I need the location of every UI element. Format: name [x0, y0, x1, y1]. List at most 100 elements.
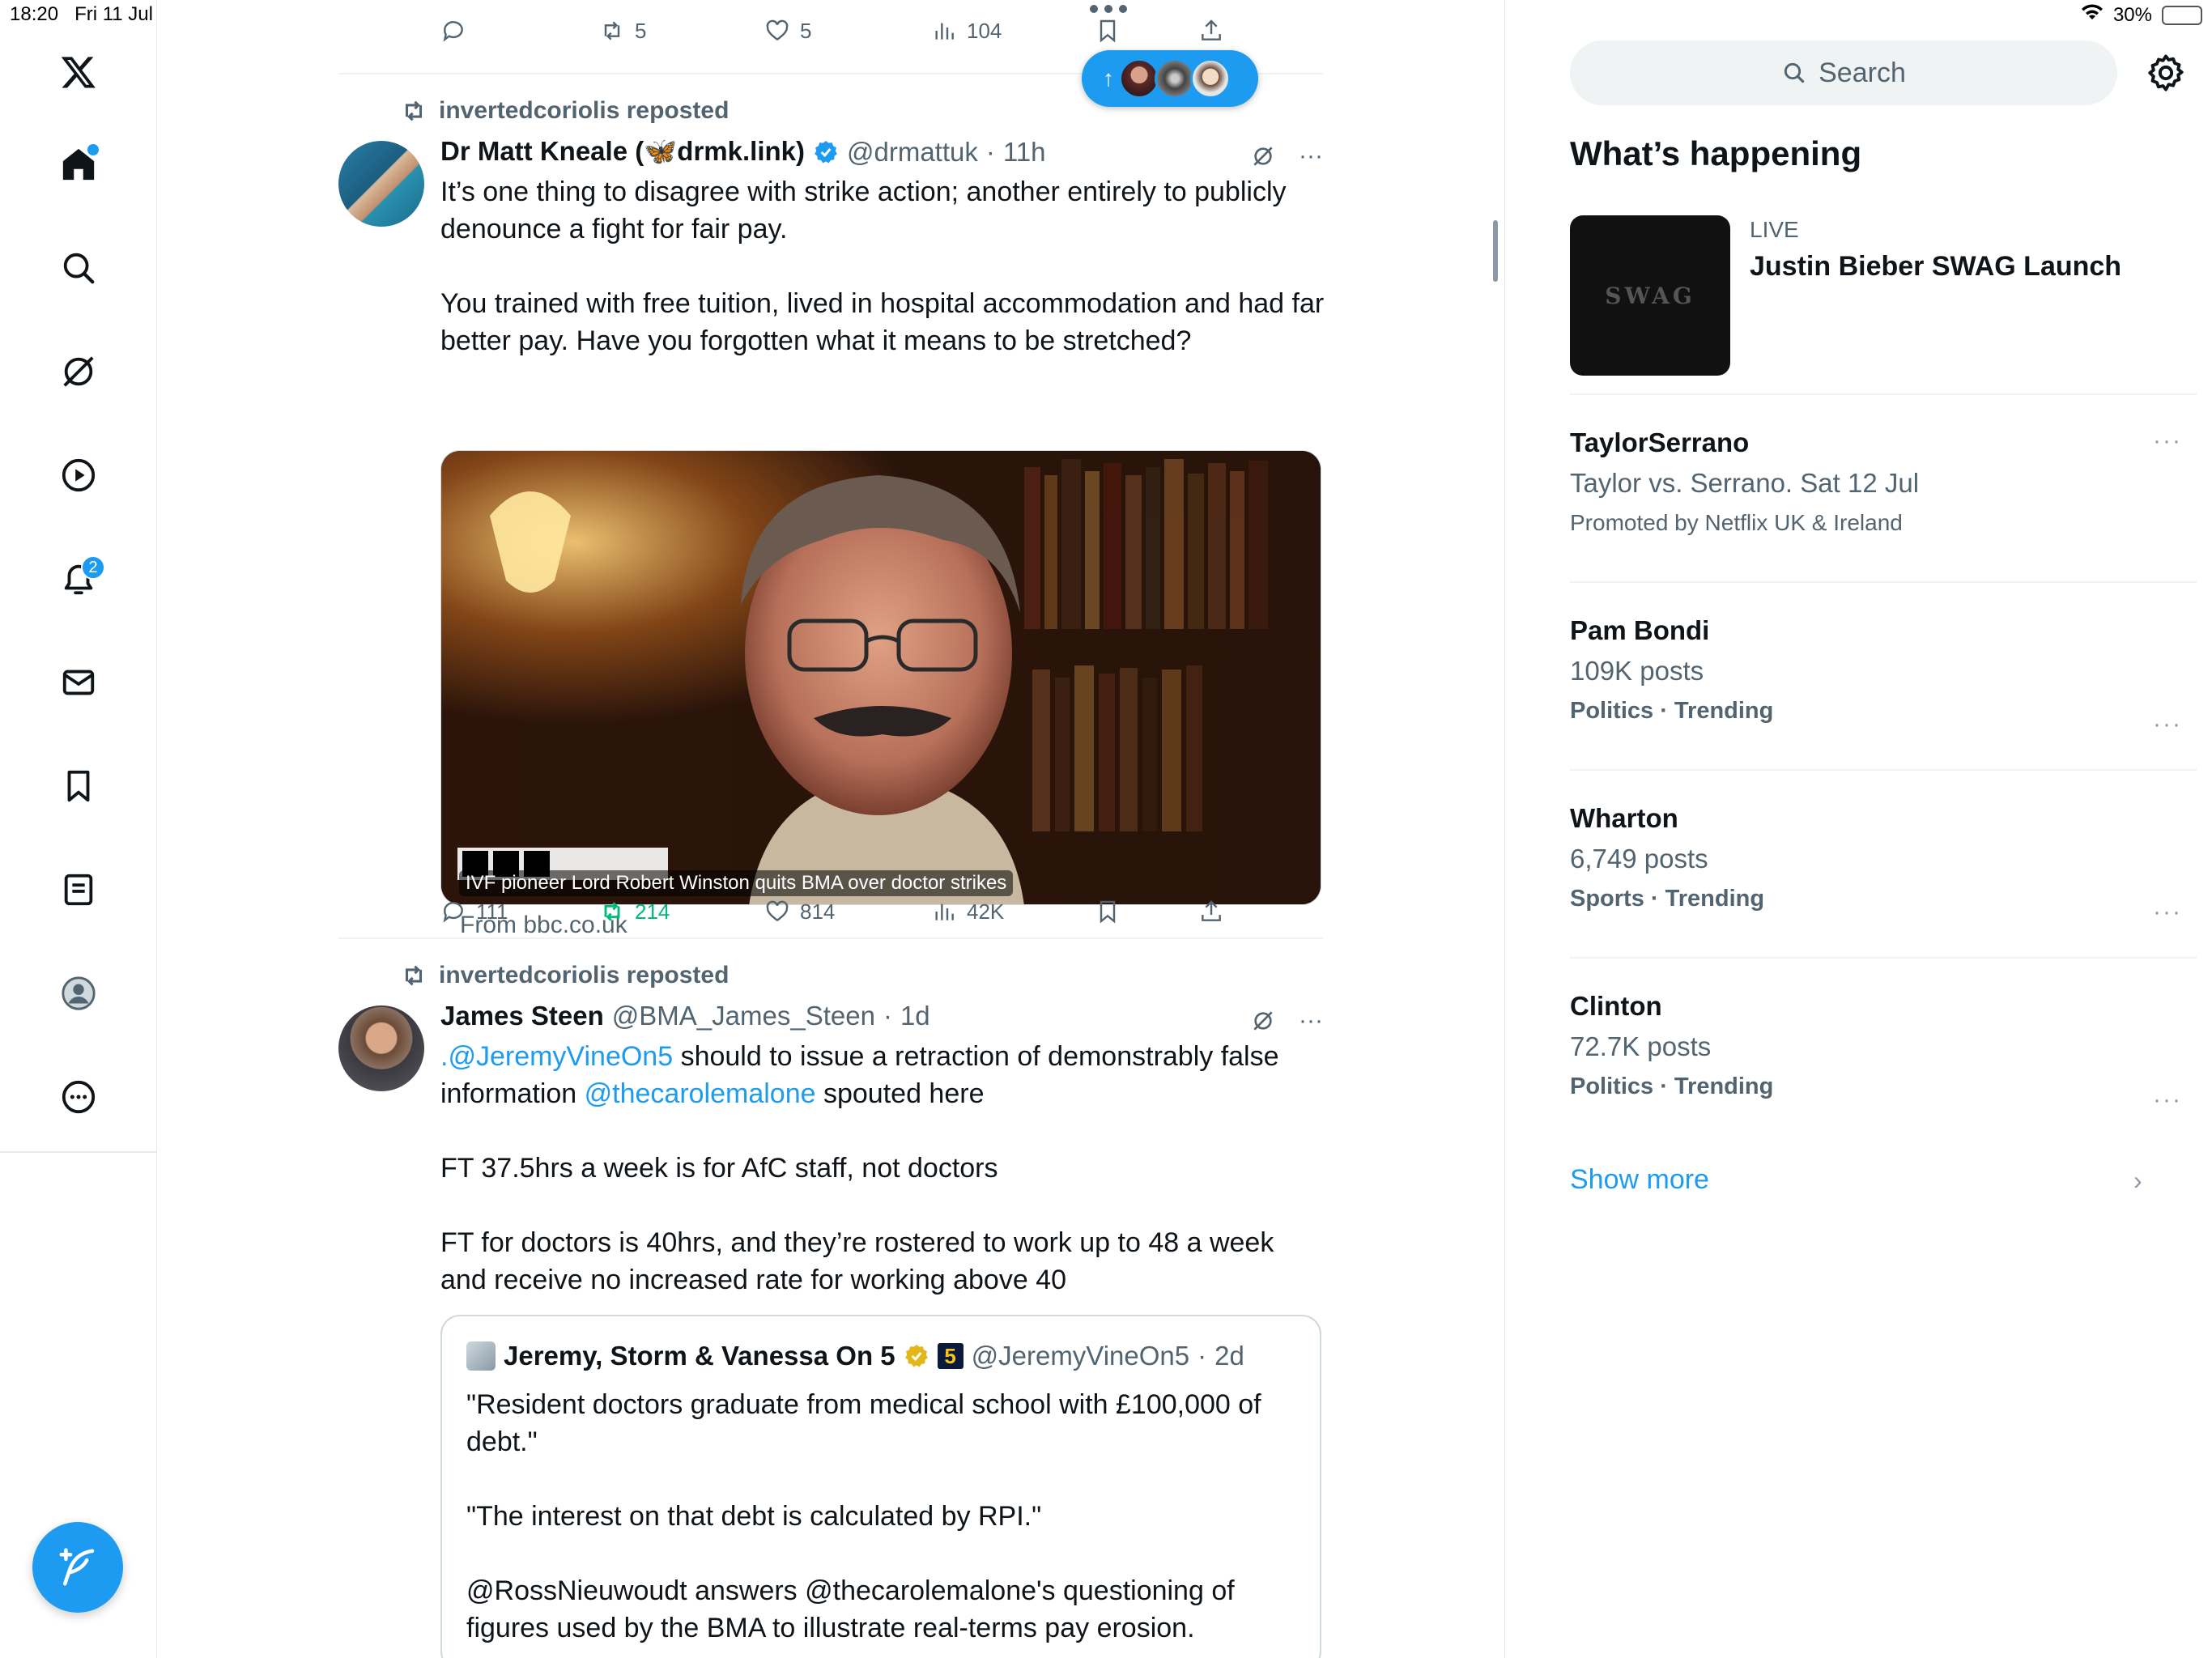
timeline[interactable]: 5 5 104 ↑ invertedcoriolis reposted Dr M…: [338, 0, 1324, 1658]
post-time[interactable]: 1d: [900, 1001, 930, 1031]
views-button[interactable]: 42K: [931, 899, 1004, 925]
quoted-post-time: 2d: [1214, 1341, 1244, 1371]
lists-icon[interactable]: [50, 861, 107, 918]
trend-divider: [1570, 769, 2197, 771]
gold-verified-badge-icon: [904, 1345, 928, 1367]
live-event-thumbnail: SWAG: [1570, 215, 1730, 376]
link-card-caption: IVF pioneer Lord Robert Winston quits BM…: [459, 870, 1014, 896]
settings-gear-icon[interactable]: [2145, 52, 2187, 94]
post-drmattuk[interactable]: invertedcoriolis reposted Dr Matt Kneale…: [338, 73, 1324, 938]
compose-post-button[interactable]: [32, 1522, 123, 1613]
author-name[interactable]: James Steen: [440, 1001, 604, 1031]
heart-icon: [766, 19, 789, 41]
bookmark-button[interactable]: [1095, 899, 1121, 925]
post-header-actions: ···: [1250, 1007, 1323, 1035]
mention-link[interactable]: .@JeremyVineOn5: [440, 1041, 673, 1072]
more-dots-icon[interactable]: ···: [2153, 711, 2182, 738]
repost-icon: [405, 100, 423, 121]
quoted-post[interactable]: Jeremy, Storm & Vanessa On 5 5 @JeremyVi…: [440, 1315, 1321, 1658]
bookmark-button[interactable]: [1095, 18, 1121, 44]
search-icon[interactable]: [50, 240, 107, 296]
more-options-icon[interactable]: [50, 1069, 107, 1125]
repost-context: invertedcoriolis reposted: [400, 97, 729, 125]
share-button[interactable]: [1198, 18, 1224, 44]
grok-icon[interactable]: [50, 343, 107, 400]
repost-icon: [604, 902, 620, 921]
trend-divider: [1570, 393, 2197, 395]
post-header-actions: ···: [1250, 142, 1323, 170]
post-body: It’s one thing to disagree with strike a…: [440, 176, 1325, 356]
more-dots-icon[interactable]: ···: [1299, 1007, 1323, 1035]
post-header: James Steen @BMA_James_Steen · 1d: [440, 1001, 930, 1031]
x-logo-icon[interactable]: [50, 44, 107, 100]
post-body: .@JeremyVineOn5 should to issue a retrac…: [440, 1041, 1279, 1295]
search-icon: [1784, 62, 1805, 83]
more-dots-icon[interactable]: ···: [2153, 899, 2182, 926]
mention-link[interactable]: @thecarolemalone: [585, 1078, 816, 1109]
bookmark-icon: [1100, 19, 1116, 43]
grok-icon[interactable]: [1250, 143, 1276, 169]
reply-icon: [443, 21, 463, 42]
author-name[interactable]: Dr Matt Kneale (🦋drmk.link): [440, 136, 805, 168]
views-button[interactable]: 104: [931, 18, 1002, 44]
post-bma-james-steen[interactable]: invertedcoriolis reposted James Steen @B…: [338, 937, 1323, 1658]
video-play-icon[interactable]: [50, 447, 107, 504]
repost-button[interactable]: 214: [599, 899, 670, 925]
home-icon[interactable]: [50, 136, 107, 193]
show-more-link[interactable]: Show more: [1570, 1164, 1709, 1196]
trend-divider: [1570, 581, 2197, 583]
live-event-title: Justin Bieber SWAG Launch: [1750, 251, 2122, 282]
drag-handle-dots-icon[interactable]: [1090, 5, 1127, 13]
feather-plus-icon: [59, 1548, 95, 1586]
repost-icon: [604, 21, 620, 40]
quoted-author-handle: @JeremyVineOn5: [971, 1341, 1190, 1371]
search-bar[interactable]: Search: [1570, 40, 2117, 105]
link-card[interactable]: IVF pioneer Lord Robert Winston quits BM…: [440, 450, 1321, 905]
repost-icon: [405, 965, 423, 986]
prev-post-actions: 5 5 104: [440, 18, 1250, 53]
link-card-image: [441, 451, 1321, 904]
more-dots-icon[interactable]: ···: [2153, 1086, 2182, 1114]
more-dots-icon[interactable]: ···: [1299, 142, 1323, 170]
post-actions: 111 214 814 42K: [440, 899, 1250, 934]
share-button[interactable]: [1198, 899, 1224, 925]
search-placeholder: Search: [1819, 57, 1906, 88]
trend-item[interactable]: Wharton 6,749 posts Sports · Trending ··…: [1570, 803, 2197, 925]
post-header: Dr Matt Kneale (🦋drmk.link) @drmattuk · …: [440, 136, 1046, 168]
bookmarks-icon[interactable]: [50, 758, 107, 814]
trend-divider: [1570, 957, 2197, 959]
like-button[interactable]: 5: [764, 18, 811, 44]
profile-avatar-icon[interactable]: [50, 965, 107, 1022]
repost-button[interactable]: 5: [599, 18, 646, 44]
live-label: LIVE: [1750, 217, 1799, 242]
trend-item[interactable]: Clinton 72.7K posts Politics · Trending …: [1570, 991, 2197, 1113]
bookmark-icon: [1100, 900, 1116, 924]
notifications-bell-icon[interactable]: 2: [50, 551, 107, 607]
scroll-indicator[interactable]: [1493, 220, 1498, 282]
notifications-badge: 2: [81, 555, 105, 580]
views-bar-chart-icon: [935, 23, 954, 40]
heart-icon: [766, 900, 789, 922]
like-button[interactable]: 814: [764, 899, 835, 925]
author-handle[interactable]: @drmattuk: [847, 137, 978, 168]
trend-item[interactable]: TaylorSerrano Taylor vs. Serrano. Sat 12…: [1570, 427, 2197, 536]
chevron-right-icon[interactable]: ›: [2133, 1166, 2142, 1196]
reply-button[interactable]: [440, 18, 476, 44]
author-avatar[interactable]: [338, 1005, 424, 1091]
whats-happening-title: What’s happening: [1570, 134, 1862, 172]
trend-item[interactable]: Pam Bondi 109K posts Politics · Trending…: [1570, 615, 2197, 738]
channel-5-badge: 5: [937, 1343, 963, 1369]
messages-envelope-icon[interactable]: [50, 654, 107, 711]
share-upload-icon: [1202, 19, 1221, 40]
reply-icon: [443, 902, 463, 923]
right-sidebar: Search What’s happening SWAG LIVE Justin…: [1504, 0, 2212, 1658]
author-avatar[interactable]: [338, 141, 424, 227]
grok-icon[interactable]: [1250, 1008, 1276, 1034]
left-navigation: 2: [0, 0, 157, 1658]
quoted-author-name: Jeremy, Storm & Vanessa On 5: [504, 1341, 895, 1371]
post-time[interactable]: 11h: [1003, 137, 1046, 168]
author-handle[interactable]: @BMA_James_Steen: [612, 1001, 875, 1031]
more-dots-icon[interactable]: ···: [2153, 427, 2182, 455]
nav-divider: [0, 1151, 157, 1153]
reply-button[interactable]: 111: [440, 899, 508, 925]
